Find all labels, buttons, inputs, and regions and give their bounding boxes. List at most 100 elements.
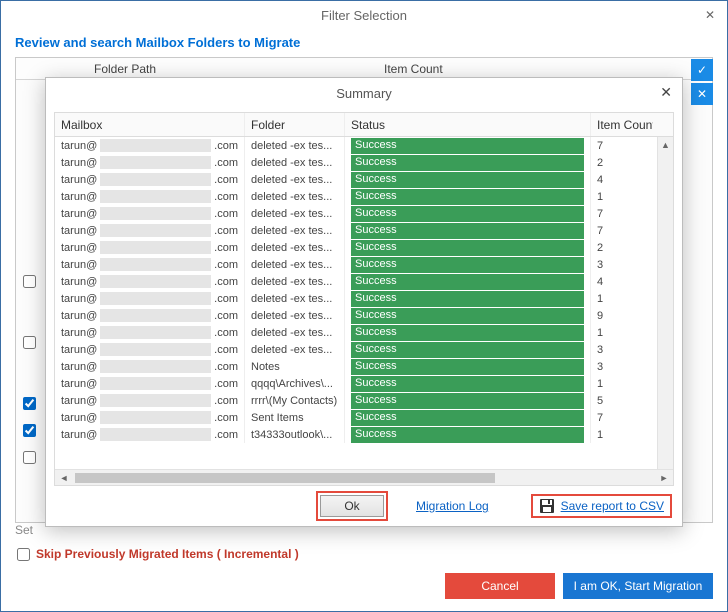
table-row[interactable]: tarun@.comdeleted -ex tes...Success3: [55, 256, 673, 273]
column-folder[interactable]: Folder: [245, 113, 345, 136]
table-row[interactable]: tarun@.comdeleted -ex tes...Success9: [55, 307, 673, 324]
window-titlebar: Filter Selection ✕: [1, 1, 727, 29]
window-title: Filter Selection: [1, 8, 727, 23]
table-row[interactable]: tarun@.comdeleted -ex tes...Success7: [55, 137, 673, 154]
cancel-button[interactable]: Cancel: [445, 573, 555, 599]
cell-status: Success: [345, 222, 591, 239]
summary-grid-body: tarun@.comdeleted -ex tes...Success7taru…: [55, 137, 673, 469]
ok-button[interactable]: Ok: [320, 495, 384, 517]
cell-status: Success: [345, 341, 591, 358]
cell-folder: deleted -ex tes...: [245, 273, 345, 290]
settings-label: Set: [15, 523, 33, 537]
cell-folder: rrrr\(My Contacts): [245, 392, 345, 409]
save-report-csv-link[interactable]: Save report to CSV: [561, 499, 664, 513]
table-row[interactable]: tarun@.comdeleted -ex tes...Success7: [55, 222, 673, 239]
cell-status: Success: [345, 392, 591, 409]
column-item-count: Item Count: [384, 62, 712, 76]
scroll-up-icon[interactable]: ▲: [658, 137, 673, 153]
cell-item-count: 1: [591, 324, 653, 341]
cell-item-count: 1: [591, 290, 653, 307]
cell-mailbox: tarun@.com: [55, 171, 245, 188]
table-row[interactable]: tarun@.comdeleted -ex tes...Success2: [55, 154, 673, 171]
window-footer-buttons: Cancel I am OK, Start Migration: [445, 573, 713, 599]
column-mailbox[interactable]: Mailbox: [55, 113, 245, 136]
cell-item-count: 4: [591, 171, 653, 188]
cell-status: Success: [345, 426, 591, 443]
table-row[interactable]: tarun@.comdeleted -ex tes...Success1: [55, 324, 673, 341]
cell-folder: Sent Items: [245, 409, 345, 426]
skip-incremental-checkbox[interactable]: [17, 548, 30, 561]
cell-folder: deleted -ex tes...: [245, 239, 345, 256]
migration-log-link[interactable]: Migration Log: [416, 499, 489, 513]
filter-checkbox-3[interactable]: [23, 397, 36, 410]
cell-mailbox: tarun@.com: [55, 324, 245, 341]
cell-folder: deleted -ex tes...: [245, 154, 345, 171]
horizontal-scrollbar[interactable]: ◄ ►: [55, 469, 673, 485]
scroll-thumb[interactable]: [75, 473, 495, 483]
cell-status: Success: [345, 290, 591, 307]
dialog-footer: Ok Migration Log Save report to CSV: [46, 486, 682, 526]
cell-status: Success: [345, 239, 591, 256]
cell-folder: deleted -ex tes...: [245, 324, 345, 341]
cell-status: Success: [345, 154, 591, 171]
uncheck-all-button[interactable]: ✕: [691, 83, 713, 105]
cell-mailbox: tarun@.com: [55, 222, 245, 239]
filter-checkbox-4[interactable]: [23, 424, 36, 437]
dialog-titlebar: Summary ✕: [46, 78, 682, 108]
cell-item-count: 1: [591, 426, 653, 443]
table-row[interactable]: tarun@.comdeleted -ex tes...Success7: [55, 205, 673, 222]
cell-status: Success: [345, 375, 591, 392]
cell-mailbox: tarun@.com: [55, 273, 245, 290]
cell-item-count: 2: [591, 239, 653, 256]
cell-mailbox: tarun@.com: [55, 256, 245, 273]
column-status[interactable]: Status: [345, 113, 591, 136]
filter-checkbox-5[interactable]: [23, 451, 36, 464]
scroll-right-icon[interactable]: ►: [657, 473, 671, 483]
cell-item-count: 2: [591, 154, 653, 171]
table-row[interactable]: tarun@.comdeleted -ex tes...Success4: [55, 273, 673, 290]
cell-mailbox: tarun@.com: [55, 409, 245, 426]
cell-status: Success: [345, 409, 591, 426]
column-item-count[interactable]: Item Count: [591, 113, 653, 136]
cell-mailbox: tarun@.com: [55, 426, 245, 443]
filter-selection-window: Filter Selection ✕ Review and search Mai…: [0, 0, 728, 612]
cell-status: Success: [345, 256, 591, 273]
cell-item-count: 7: [591, 222, 653, 239]
table-row[interactable]: tarun@.comSent ItemsSuccess7: [55, 409, 673, 426]
cell-folder: t34333outlook\...: [245, 426, 345, 443]
cell-folder: deleted -ex tes...: [245, 290, 345, 307]
dialog-close-icon[interactable]: ✕: [660, 84, 672, 101]
close-icon[interactable]: ✕: [699, 5, 721, 25]
table-row[interactable]: tarun@.comdeleted -ex tes...Success4: [55, 171, 673, 188]
cell-status: Success: [345, 205, 591, 222]
table-row[interactable]: tarun@.comdeleted -ex tes...Success1: [55, 290, 673, 307]
table-row[interactable]: tarun@.comqqqq\Archives\...Success1: [55, 375, 673, 392]
column-folder-path: Folder Path: [94, 62, 384, 76]
skip-incremental-row: Skip Previously Migrated Items ( Increme…: [17, 547, 299, 561]
cell-item-count: 1: [591, 188, 653, 205]
cell-status: Success: [345, 273, 591, 290]
filter-checkbox-2[interactable]: [23, 336, 36, 349]
start-migration-button[interactable]: I am OK, Start Migration: [563, 573, 713, 599]
table-row[interactable]: tarun@.comrrrr\(My Contacts)Success5: [55, 392, 673, 409]
cell-mailbox: tarun@.com: [55, 375, 245, 392]
dialog-title: Summary: [336, 86, 392, 101]
check-all-button[interactable]: ✓: [691, 59, 713, 81]
cell-status: Success: [345, 307, 591, 324]
cell-mailbox: tarun@.com: [55, 290, 245, 307]
table-row[interactable]: tarun@.comdeleted -ex tes...Success1: [55, 188, 673, 205]
table-row[interactable]: tarun@.comt34333outlook\...Success1: [55, 426, 673, 443]
save-csv-highlight: Save report to CSV: [531, 494, 672, 518]
summary-dialog: Summary ✕ Mailbox Folder Status Item Cou…: [45, 77, 683, 527]
table-row[interactable]: tarun@.comdeleted -ex tes...Success2: [55, 239, 673, 256]
cell-folder: deleted -ex tes...: [245, 188, 345, 205]
table-row[interactable]: tarun@.comdeleted -ex tes...Success3: [55, 341, 673, 358]
cell-folder: deleted -ex tes...: [245, 171, 345, 188]
table-row[interactable]: tarun@.comNotesSuccess3: [55, 358, 673, 375]
cell-folder: deleted -ex tes...: [245, 307, 345, 324]
save-icon: [539, 498, 555, 514]
filter-checkbox-1[interactable]: [23, 275, 36, 288]
vertical-scrollbar[interactable]: ▲: [657, 137, 673, 469]
scroll-left-icon[interactable]: ◄: [57, 473, 71, 483]
cell-item-count: 9: [591, 307, 653, 324]
